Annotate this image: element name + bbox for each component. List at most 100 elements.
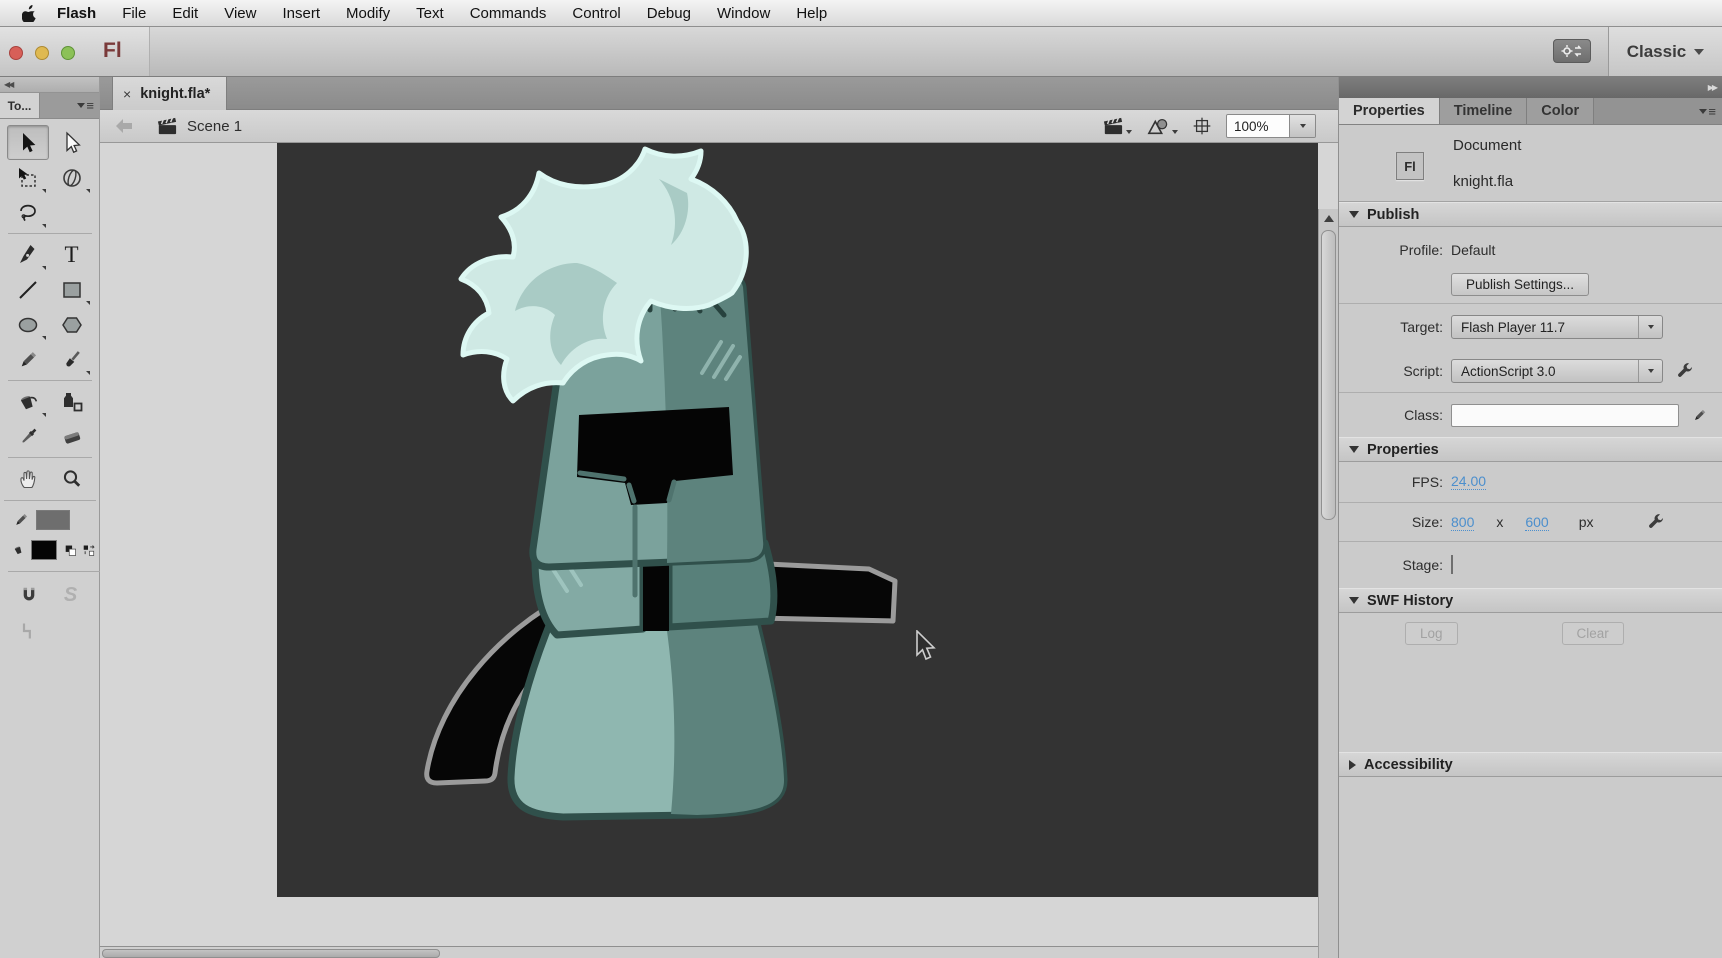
fill-color-swatch[interactable] [31, 540, 57, 560]
selection-tool-button[interactable] [7, 125, 49, 160]
eraser-tool-button[interactable] [51, 419, 93, 454]
line-tool-button[interactable] [7, 272, 49, 307]
tab-timeline[interactable]: Timeline [1440, 98, 1528, 124]
pencil-tool-button[interactable] [7, 342, 49, 377]
tools-tab-row: To... ≡ [0, 93, 99, 119]
zoom-tool-button[interactable] [51, 461, 93, 496]
free-transform-tool-button[interactable] [7, 160, 49, 195]
stage-height-value[interactable]: 600 [1525, 514, 1548, 531]
pencil-edit-icon[interactable] [1691, 407, 1708, 424]
workspace-switcher[interactable]: Classic [1608, 27, 1722, 76]
tab-color[interactable]: Color [1527, 98, 1594, 124]
wrench-icon[interactable] [1646, 513, 1665, 532]
accessibility-section-header[interactable]: Accessibility [1339, 752, 1722, 777]
zoom-dropdown-button[interactable] [1289, 115, 1315, 137]
publish-settings-button[interactable]: Publish Settings... [1451, 273, 1589, 296]
properties-section-header[interactable]: Properties [1339, 437, 1722, 462]
workspace-icon-button[interactable] [1553, 39, 1591, 63]
close-tab-icon[interactable]: × [123, 86, 131, 102]
snap-to-objects-button[interactable] [8, 578, 50, 613]
menu-edit[interactable]: Edit [159, 5, 211, 22]
tool-flyout-indicator [42, 413, 46, 417]
stage[interactable] [277, 143, 1318, 897]
horizontal-scroll-thumb[interactable] [102, 949, 440, 958]
knight-artwork[interactable] [277, 143, 1318, 897]
vertical-scrollbar[interactable] [1318, 209, 1338, 958]
paint-bucket-tool-button[interactable] [7, 384, 49, 419]
scene-breadcrumb[interactable]: Scene 1 [156, 116, 242, 136]
collapse-panel-bar[interactable]: ◀◀ [0, 77, 99, 93]
rectangle-tool-button[interactable] [51, 272, 93, 307]
workspace-name: Classic [1627, 42, 1687, 62]
stage-color-swatch[interactable] [1451, 555, 1453, 574]
hand-tool-button[interactable] [7, 461, 49, 496]
class-input[interactable] [1451, 404, 1679, 427]
horizontal-scrollbar[interactable] [100, 946, 1318, 958]
close-window-button[interactable] [9, 46, 23, 60]
apple-menu[interactable] [14, 5, 44, 22]
subselection-tool-button[interactable] [51, 125, 93, 160]
tools-tab[interactable]: To... [0, 93, 40, 118]
menu-window[interactable]: Window [704, 5, 783, 22]
polystar-tool-button[interactable] [51, 307, 93, 342]
dropdown-button[interactable] [1638, 360, 1662, 382]
fps-value[interactable]: 24.00 [1451, 473, 1486, 490]
stroke-color-swatch[interactable] [36, 510, 70, 530]
swf-history-section-header[interactable]: SWF History [1339, 588, 1722, 613]
clear-button[interactable]: Clear [1562, 622, 1624, 645]
text-tool-button[interactable]: T [51, 237, 93, 272]
magnet-icon [18, 585, 40, 607]
scroll-up-button[interactable] [1319, 209, 1338, 227]
menu-file[interactable]: File [109, 5, 159, 22]
menu-flash[interactable]: Flash [44, 5, 109, 22]
document-tab[interactable]: × knight.fla* [112, 77, 227, 110]
menu-modify[interactable]: Modify [333, 5, 403, 22]
tools-panel: ◀◀ To... ≡ [0, 77, 100, 958]
swap-colors-icon[interactable] [83, 543, 96, 558]
pen-tool-button[interactable] [7, 237, 49, 272]
menu-insert[interactable]: Insert [269, 5, 333, 22]
edit-symbols-button[interactable] [1146, 116, 1178, 136]
empty-slot [51, 195, 93, 230]
menu-view[interactable]: View [211, 5, 269, 22]
oval-tool-button[interactable] [7, 307, 49, 342]
script-row: Script: ActionScript 3.0 [1339, 350, 1722, 392]
dropdown-button[interactable] [1638, 316, 1662, 338]
minimize-window-button[interactable] [35, 46, 49, 60]
menu-commands[interactable]: Commands [457, 5, 560, 22]
edit-scene-button[interactable] [1102, 116, 1132, 136]
target-dropdown[interactable]: Flash Player 11.7 [1451, 315, 1663, 339]
back-arrow-icon[interactable] [114, 118, 134, 134]
tools-panel-menu-button[interactable]: ≡ [77, 93, 99, 118]
stage-width-value[interactable]: 800 [1451, 514, 1474, 531]
menu-control[interactable]: Control [559, 5, 633, 22]
eyedropper-tool-button[interactable] [7, 419, 49, 454]
log-button[interactable]: Log [1405, 622, 1458, 645]
publish-section-header[interactable]: Publish [1339, 202, 1722, 227]
smooth-button[interactable]: S [50, 578, 92, 613]
selection-arrow-icon [16, 131, 40, 155]
script-dropdown[interactable]: ActionScript 3.0 [1451, 359, 1663, 383]
3d-rotation-tool-button[interactable] [51, 160, 93, 195]
profile-label: Profile: [1339, 242, 1451, 258]
lasso-tool-button[interactable] [7, 195, 49, 230]
straighten-button[interactable] [8, 613, 50, 648]
zoom-window-button[interactable] [61, 46, 75, 60]
menu-debug[interactable]: Debug [634, 5, 704, 22]
dock-collapse-bar[interactable]: ▶▶ [1339, 77, 1722, 98]
zoom-level-combobox[interactable]: 100% [1226, 114, 1316, 138]
center-frame-icon[interactable] [1192, 116, 1212, 136]
scene-clapperboard-icon [156, 116, 178, 136]
tab-properties[interactable]: Properties [1339, 98, 1440, 124]
tools-grid: T [0, 119, 99, 648]
black-white-colors-icon[interactable] [65, 543, 76, 558]
zoom-level-value[interactable]: 100% [1227, 115, 1289, 137]
panel-menu-button[interactable]: ≡ [1699, 98, 1722, 124]
menu-text[interactable]: Text [403, 5, 457, 22]
wrench-icon[interactable] [1675, 362, 1694, 381]
brush-tool-button[interactable] [51, 342, 93, 377]
vertical-scroll-thumb[interactable] [1321, 230, 1336, 520]
ink-bottle-tool-button[interactable] [51, 384, 93, 419]
menu-help[interactable]: Help [783, 5, 840, 22]
canvas-pasteboard[interactable] [100, 143, 1338, 958]
